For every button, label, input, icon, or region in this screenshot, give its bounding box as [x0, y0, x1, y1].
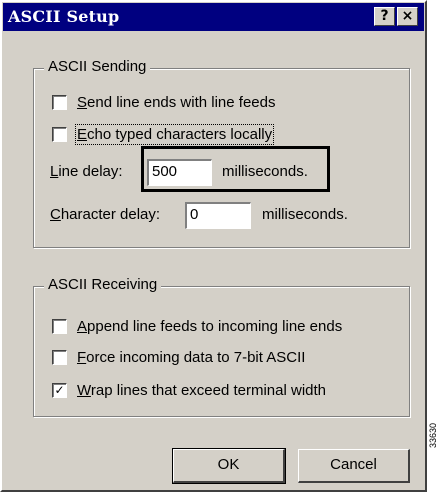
append-line-feeds-option[interactable]: Append line feeds to incoming line ends	[52, 318, 342, 335]
checkmark-icon: ✓	[54, 383, 65, 397]
character-delay-input[interactable]: 0	[185, 202, 251, 229]
force-7bit-checkbox[interactable]	[52, 350, 67, 365]
append-line-feeds-label: Append line feeds to incoming line ends	[77, 318, 342, 335]
ascii-setup-dialog: ASCII Setup ? × ASCII Sending Send line …	[0, 0, 427, 492]
append-line-feeds-mnemonic: A	[77, 318, 88, 335]
character-delay-text: haracter delay:	[60, 206, 161, 223]
wrap-lines-option[interactable]: ✓ Wrap lines that exceed terminal width	[52, 382, 326, 399]
echo-typed-text: cho typed characters locally	[87, 126, 273, 143]
character-delay-unit: milliseconds.	[262, 206, 348, 223]
append-line-feeds-text: ppend line feeds to incoming line ends	[87, 318, 343, 335]
echo-typed-mnemonic: E	[77, 126, 88, 143]
force-7bit-text: orce incoming data to 7-bit ASCII	[86, 349, 306, 366]
wrap-lines-text: rap lines that exceed terminal width	[90, 382, 327, 399]
send-line-ends-mnemonic: S	[77, 94, 88, 111]
close-icon: ×	[401, 8, 414, 24]
send-line-ends-text: end line ends with line feeds	[87, 94, 276, 111]
ascii-sending-legend: ASCII Sending	[44, 58, 151, 75]
echo-typed-label: Echo typed characters locally	[74, 124, 275, 145]
window-title: ASCII Setup	[8, 7, 120, 26]
wrap-lines-mnemonic: W	[77, 382, 91, 399]
figure-number: 33630	[428, 422, 438, 448]
wrap-lines-checkbox[interactable]: ✓	[52, 383, 67, 398]
echo-typed-option[interactable]: Echo typed characters locally	[52, 124, 275, 145]
cancel-button[interactable]: Cancel	[298, 449, 410, 483]
line-delay-text: ine delay:	[58, 163, 123, 180]
wrap-lines-label: Wrap lines that exceed terminal width	[77, 382, 326, 399]
send-line-ends-checkbox[interactable]	[52, 95, 67, 110]
help-button[interactable]: ?	[374, 7, 395, 26]
character-delay-mnemonic: C	[50, 206, 61, 223]
send-line-ends-label: Send line ends with line feeds	[77, 94, 275, 111]
send-line-ends-option[interactable]: Send line ends with line feeds	[52, 94, 275, 111]
force-7bit-mnemonic: F	[77, 349, 87, 366]
echo-typed-checkbox[interactable]	[52, 127, 67, 142]
ok-button[interactable]: OK	[172, 448, 286, 484]
title-bar[interactable]: ASCII Setup ? ×	[3, 3, 424, 31]
line-delay-label: Line delay:	[50, 163, 123, 180]
close-button[interactable]: ×	[397, 7, 418, 26]
force-7bit-label: Force incoming data to 7-bit ASCII	[77, 349, 305, 366]
force-7bit-option[interactable]: Force incoming data to 7-bit ASCII	[52, 349, 305, 366]
append-line-feeds-checkbox[interactable]	[52, 319, 67, 334]
question-mark-icon: ?	[380, 8, 389, 24]
character-delay-label: Character delay:	[50, 206, 160, 223]
line-delay-callout-box	[141, 146, 330, 192]
ascii-receiving-legend: ASCII Receiving	[44, 276, 162, 293]
